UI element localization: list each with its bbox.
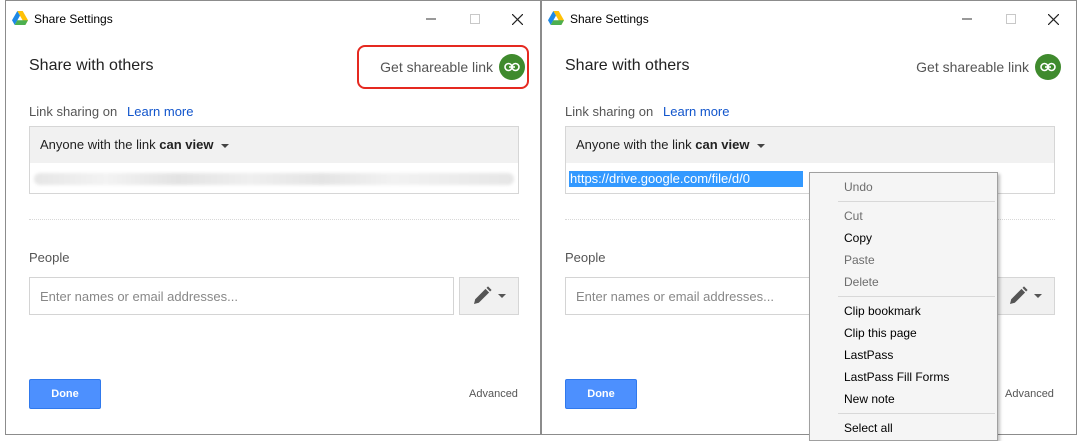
access-dropdown[interactable]: Anyone with the link can view [30,127,518,164]
permission-dropdown-button[interactable] [995,277,1055,315]
people-label: People [565,250,606,265]
access-prefix: Anyone with the link [40,137,160,152]
link-sharing-status: Link sharing on [565,104,654,119]
learn-more-link[interactable]: Learn more [663,104,729,119]
minimize-button[interactable] [952,7,982,31]
learn-more-link[interactable]: Learn more [127,104,193,119]
selected-url-text[interactable]: https://drive.google.com/file/d/0 [569,171,803,187]
context-menu-item-undo[interactable]: Undo [844,180,873,194]
context-menu-item-delete[interactable]: Delete [844,275,879,289]
access-dropdown-label: Anyone with the link can view [40,137,230,152]
caret-down-icon [498,294,506,298]
highlight-annotation [357,45,529,89]
dialog-heading: Share with others [29,57,154,74]
context-menu-item-paste[interactable]: Paste [844,253,875,267]
advanced-link[interactable]: Advanced [469,388,518,400]
maximize-button[interactable] [460,7,490,31]
menu-separator [838,201,995,202]
google-drive-icon [548,11,564,25]
context-menu: Undo Cut Copy Paste Delete Clip bookmark… [809,172,998,441]
close-button[interactable] [502,7,532,31]
context-menu-item-select-all[interactable]: Select all [844,421,893,435]
google-drive-icon [12,11,28,25]
context-menu-item-lastpass-fill-forms[interactable]: LastPass Fill Forms [844,370,949,384]
menu-separator [838,413,995,414]
context-menu-item-copy[interactable]: Copy [844,231,872,245]
share-url-field[interactable] [30,163,518,193]
close-icon [511,13,523,25]
access-level: can view [159,137,214,152]
done-button[interactable]: Done [565,379,637,409]
maximize-icon [470,14,480,24]
dialog-heading: Share with others [565,57,690,74]
permission-dropdown-button[interactable] [459,277,519,315]
link-icon [1035,54,1061,80]
title-bar: Share Settings [6,1,540,37]
context-menu-item-cut[interactable]: Cut [844,209,863,223]
caret-down-icon [757,143,766,148]
window-title: Share Settings [34,12,113,26]
minimize-button[interactable] [416,7,446,31]
minimize-icon [426,18,436,20]
context-menu-item-clip-this-page[interactable]: Clip this page [844,326,917,340]
pencil-icon [1010,286,1028,304]
caret-down-icon [1034,294,1042,298]
title-bar: Share Settings [542,1,1076,37]
context-menu-item-clip-bookmark[interactable]: Clip bookmark [844,304,921,318]
link-sharing-status: Link sharing on [29,104,118,119]
menu-separator [838,296,995,297]
context-menu-item-lastpass[interactable]: LastPass [844,348,893,362]
window-title: Share Settings [570,12,649,26]
context-menu-item-new-note[interactable]: New note [844,392,895,406]
close-icon [1047,13,1059,25]
caret-down-icon [221,143,230,148]
get-shareable-link-label: Get shareable link [916,59,1029,75]
divider [29,219,519,220]
people-input-wrapper [29,277,454,315]
access-dropdown[interactable]: Anyone with the link can view [566,127,1054,164]
maximize-button[interactable] [996,7,1026,31]
access-level: can view [695,137,750,152]
people-label: People [29,250,70,265]
pencil-icon [474,286,492,304]
minimize-icon [962,18,972,20]
done-button[interactable]: Done [29,379,101,409]
link-access-box: Anyone with the link can view [29,126,519,194]
share-settings-window-left: Share Settings Share with others Get sha… [5,0,541,435]
advanced-link[interactable]: Advanced [1005,388,1054,400]
people-input[interactable] [30,278,453,314]
access-prefix: Anyone with the link [576,137,696,152]
maximize-icon [1006,14,1016,24]
get-shareable-link-button[interactable]: Get shareable link [916,54,1061,80]
blurred-url [34,173,514,185]
close-button[interactable] [1038,7,1068,31]
access-dropdown-label: Anyone with the link can view [576,137,766,152]
